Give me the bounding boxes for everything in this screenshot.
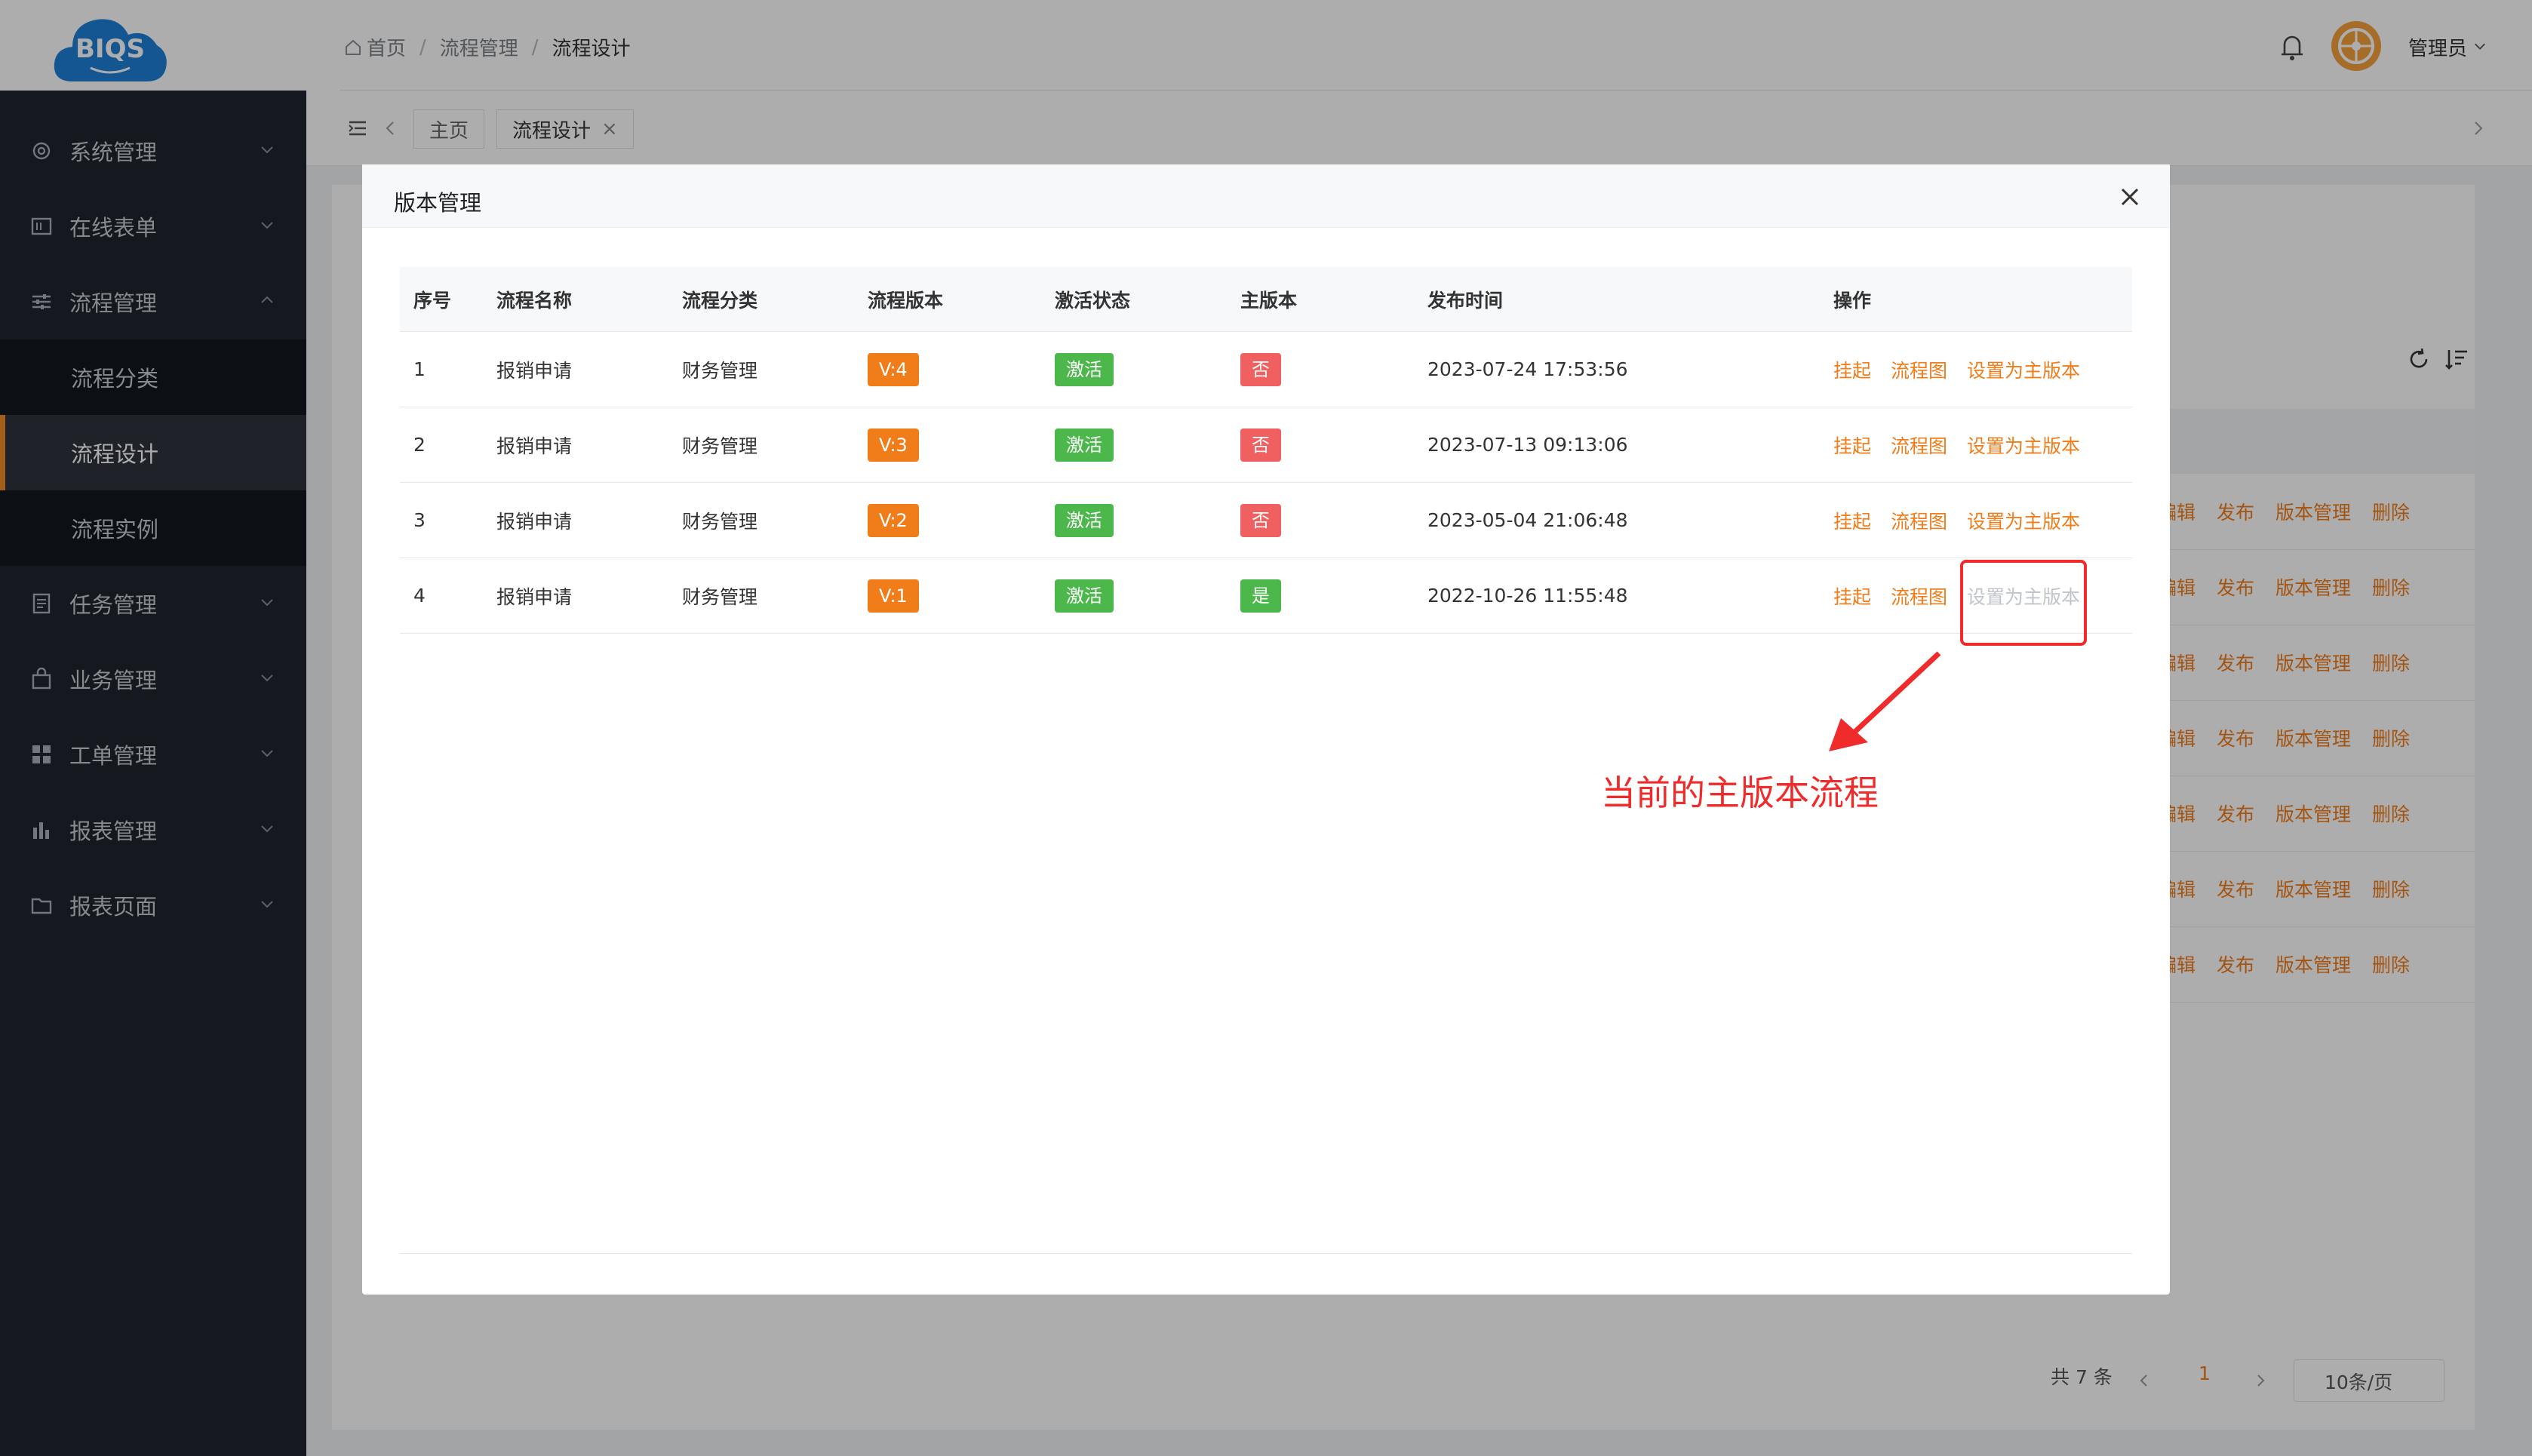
column-header: 流程名称	[496, 289, 573, 312]
main-version-badge: 否	[1240, 428, 1281, 462]
table-cell: 报销申请	[496, 558, 572, 633]
publish-time: 2022-10-26 11:55:48	[1427, 585, 1628, 607]
flowchart-button[interactable]: 流程图	[1891, 582, 1947, 610]
set-main-version-button[interactable]: 设置为主版本	[1967, 432, 2080, 459]
table-row: 4 报销申请 财务管理 V:1 激活是 2022-10-26 11:55:48 挂起 流程图设…	[400, 558, 2132, 634]
table-cell: 否	[1240, 407, 1281, 482]
table-cell: 激活	[1055, 332, 1114, 407]
table-cell: V:3	[868, 407, 919, 482]
table-cell: 3	[413, 483, 426, 558]
table-row: 1 报销申请 财务管理 V:4 激活 否 2023-07-24 17:53:56 挂起 流程图设…	[400, 332, 2132, 407]
table-cell: 财务管理	[682, 558, 757, 633]
version-badge: V:1	[868, 579, 919, 613]
close-icon[interactable]	[2119, 186, 2141, 208]
column-header: 发布时间	[1427, 289, 1504, 312]
modal-header: 版本管理	[362, 164, 2170, 228]
table-cell: 2	[413, 407, 426, 482]
table-cell: V:2	[868, 483, 919, 558]
process-category: 财务管理	[682, 585, 758, 608]
table-row: 3 报销申请 财务管理 V:2 激活 否 2023-05-04 21:06:48 挂起 流程图设…	[400, 483, 2132, 558]
flowchart-button[interactable]: 流程图	[1891, 507, 1947, 534]
table-cell: 4	[413, 558, 426, 633]
version-table: 序号 流程名称 流程分类 流程版本 激活状态 主版本 发布时间 操作 1 报销申请 财务管理 V:4…	[400, 267, 2132, 634]
set-main-version-button[interactable]: 设置为主版本	[1967, 507, 2080, 534]
table-cell: 否	[1240, 332, 1281, 407]
process-name: 报销申请	[496, 435, 573, 457]
version-badge: V:4	[868, 352, 919, 386]
set-main-version-button[interactable]: 设置为主版本	[1967, 356, 2080, 383]
main-version-badge: 是	[1240, 579, 1281, 613]
status-badge: 激活	[1055, 428, 1114, 462]
version-badge: V:3	[868, 428, 919, 462]
table-cell: 激活	[1055, 407, 1114, 482]
table-cell: 2023-07-13 09:13:06	[1427, 407, 1628, 482]
table-cell: V:4	[868, 332, 919, 407]
table-cell: 否	[1240, 483, 1281, 558]
annotation-text: 当前的主版本流程	[1601, 773, 1879, 813]
row-index: 2	[413, 434, 426, 456]
main-version-badge: 否	[1240, 503, 1281, 537]
publish-time: 2023-07-24 17:53:56	[1427, 358, 1628, 380]
column-header: 操作	[1833, 289, 1872, 312]
table-cell: V:1	[868, 558, 919, 633]
modal-title: 版本管理	[394, 190, 482, 216]
main-version-badge: 否	[1240, 352, 1281, 386]
column-header: 流程版本	[868, 289, 944, 312]
row-actions: 挂起 流程图 设置为主版本	[1833, 407, 2080, 482]
annotation-arrow-icon	[1829, 651, 1941, 751]
column-header: 序号	[413, 289, 452, 312]
column-header: 主版本	[1240, 289, 1298, 312]
suspend-button[interactable]: 挂起	[1833, 507, 1871, 534]
table-bottom-border	[400, 1253, 2132, 1254]
table-cell: 财务管理	[682, 407, 757, 482]
table-cell: 2023-05-04 21:06:48	[1427, 483, 1628, 558]
suspend-button[interactable]: 挂起	[1833, 582, 1871, 610]
process-category: 财务管理	[682, 359, 758, 382]
row-index: 1	[413, 358, 426, 380]
table-cell: 财务管理	[682, 332, 757, 407]
column-header: 激活状态	[1055, 289, 1131, 312]
flowchart-button[interactable]: 流程图	[1891, 356, 1947, 383]
table-cell: 1	[413, 332, 426, 407]
version-badge: V:2	[868, 503, 919, 537]
row-index: 3	[413, 509, 426, 531]
table-cell: 2023-07-24 17:53:56	[1427, 332, 1628, 407]
table-cell: 是	[1240, 558, 1281, 633]
highlight-box	[1960, 560, 2087, 646]
publish-time: 2023-05-04 21:06:48	[1427, 509, 1628, 531]
suspend-button[interactable]: 挂起	[1833, 356, 1871, 383]
process-category: 财务管理	[682, 510, 758, 533]
publish-time: 2023-07-13 09:13:06	[1427, 434, 1628, 456]
table-header: 序号 流程名称 流程分类 流程版本 激活状态 主版本 发布时间 操作	[400, 267, 2132, 332]
table-cell: 激活	[1055, 558, 1114, 633]
table-cell: 报销申请	[496, 407, 572, 482]
table-row: 2 报销申请 财务管理 V:3 激活 否 2023-07-13 09:13:06 挂起 流程图设…	[400, 407, 2132, 483]
column-header: 流程分类	[682, 289, 758, 312]
status-badge: 激活	[1055, 503, 1114, 537]
process-name: 报销申请	[496, 359, 573, 382]
table-cell: 报销申请	[496, 332, 572, 407]
process-name: 报销申请	[496, 585, 573, 608]
suspend-button[interactable]: 挂起	[1833, 432, 1871, 459]
status-badge: 激活	[1055, 352, 1114, 386]
row-actions: 挂起 流程图 设置为主版本	[1833, 332, 2080, 407]
row-actions: 挂起 流程图 设置为主版本	[1833, 483, 2080, 558]
table-cell: 报销申请	[496, 483, 572, 558]
status-badge: 激活	[1055, 579, 1114, 613]
row-index: 4	[413, 585, 426, 607]
table-cell: 2022-10-26 11:55:48	[1427, 558, 1628, 633]
flowchart-button[interactable]: 流程图	[1891, 432, 1947, 459]
process-category: 财务管理	[682, 435, 758, 457]
table-cell: 财务管理	[682, 483, 757, 558]
process-name: 报销申请	[496, 510, 573, 533]
table-cell: 激活	[1055, 483, 1114, 558]
